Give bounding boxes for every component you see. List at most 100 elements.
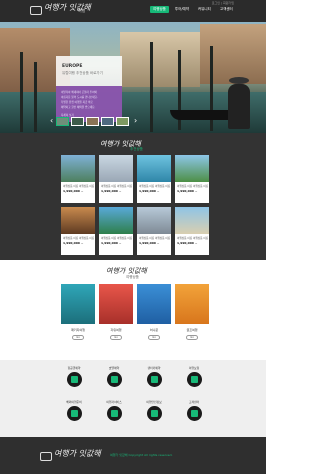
service-label: 여행안전정보 (146, 400, 162, 404)
footer-logo[interactable]: 여행가 잇값해 (40, 449, 108, 465)
services-section: 항공권예약 호텔예약 렌터카예약 여행보험 해외여행준비 여행자서비스 여행안전… (0, 360, 266, 437)
service-item[interactable]: 렌터카예약 (138, 366, 170, 387)
next-arrow-icon[interactable]: › (134, 116, 140, 125)
product-card[interactable]: 여행상품 이름 여행상품 이름 1,990,000 ~ (99, 207, 133, 255)
building (120, 32, 200, 87)
section-title: 여행가 잇값해 여행상품 (106, 266, 166, 282)
service-item[interactable]: 여행자서비스 (98, 400, 130, 421)
util-links[interactable]: 로그인 | 회원가입 (212, 1, 234, 5)
product-title: 여행상품 이름 여행상품 이름 (101, 237, 133, 240)
hero-line: 예약하고 할인 혜택을 받으세요. (61, 106, 96, 109)
shield-icon (146, 406, 162, 421)
passport-icon (66, 406, 82, 421)
nav-item-products[interactable]: 여행상품 (150, 6, 169, 13)
product-image (137, 155, 171, 182)
headset-icon (186, 406, 202, 421)
service-item[interactable]: 해외여행준비 (58, 400, 90, 421)
product-category-image[interactable] (61, 284, 95, 324)
product-image (99, 155, 133, 182)
product-price: 1,990,000 ~ (101, 241, 122, 245)
nav-item-support[interactable]: 고객센터 (217, 6, 236, 13)
product-price: 1,990,000 ~ (177, 241, 198, 245)
hero-subtitle[interactable]: 유럽여행 추천상품 바로가기 (62, 71, 103, 76)
gondolier-hat (229, 77, 249, 84)
nav-item-tours[interactable]: 투어/예약 (172, 6, 192, 13)
product-image (61, 207, 95, 234)
product-price: 1,990,000 ~ (139, 189, 160, 193)
product-title: 여행상품 이름 여행상품 이름 (139, 237, 171, 240)
product-image (61, 155, 95, 182)
product-category-label: 자유여행 (110, 328, 122, 332)
service-item[interactable]: 여행보험 (178, 366, 210, 387)
service-item[interactable]: 여행안전정보 (138, 400, 170, 421)
product-price: 1,990,000 ~ (63, 241, 84, 245)
main-nav: 여행상품 투어/예약 커뮤니티 고객센터 (150, 6, 236, 13)
product-category-image[interactable] (175, 284, 209, 324)
go-button[interactable]: Go (110, 335, 122, 340)
hero-thumbnail[interactable] (86, 117, 99, 126)
hero-title: EUROPE (62, 64, 83, 69)
gondolier (228, 84, 250, 129)
product-image (137, 207, 171, 234)
product-price: 1,990,000 ~ (63, 189, 84, 193)
logo-text: 여행가 잇값해 (54, 449, 101, 458)
product-card[interactable]: 여행상품 이름 여행상품 이름 1,990,000 ~ (99, 155, 133, 203)
product-card[interactable]: 여행상품 이름 여행상품 이름 1,990,000 ~ (137, 155, 171, 203)
nav-item-community[interactable]: 커뮤니티 (195, 6, 214, 13)
product-category-label: 허니문 (149, 328, 159, 332)
hero-thumbnail[interactable] (101, 117, 114, 126)
hotel-icon (106, 372, 122, 387)
product-image (175, 155, 209, 182)
logo-tag: 여행 (78, 8, 86, 13)
products-section: 여행가 잇값해 여행상품 패키지여행 자유여행 허니문 골프여행 Go Go G… (0, 260, 266, 360)
product-card[interactable]: 여행상품 이름 여행상품 이름 1,990,000 ~ (61, 207, 95, 255)
service-label: 고객센터 (188, 400, 200, 404)
mooring-pole (20, 52, 23, 132)
service-item[interactable]: 호텔예약 (98, 366, 130, 387)
luggage-icon (30, 6, 42, 15)
service-label: 해외여행준비 (66, 400, 82, 404)
service-item[interactable]: 고객센터 (178, 400, 210, 421)
product-title: 여행상품 이름 여행상품 이름 (101, 185, 133, 188)
site-logo[interactable]: 여행가 잇값해 여행 (30, 3, 98, 19)
hero-line: 이탈리아 베네치아 곤돌라 투어와 (61, 91, 97, 94)
service-item[interactable]: 항공권예약 (58, 366, 90, 387)
go-button[interactable]: Go (148, 335, 160, 340)
product-category-label: 패키지여행 (71, 328, 85, 332)
service-label: 호텔예약 (108, 366, 120, 370)
mooring-pole (150, 42, 153, 132)
hero-line: 특별한 유럽 여행을 지금 바로 (61, 101, 93, 104)
product-card[interactable]: 여행상품 이름 여행상품 이름 1,990,000 ~ (175, 207, 209, 255)
mooring-pole (34, 62, 37, 132)
go-button[interactable]: Go (186, 335, 198, 340)
product-price: 1,990,000 ~ (139, 241, 160, 245)
service-label: 여행자서비스 (106, 400, 122, 404)
section-subtitle: 추천상품 (130, 147, 143, 151)
footer-text: 여행가 잇값해 Copyright All rights reserved. (110, 453, 173, 457)
recommended-section: 여행가 잇값해 추천상품 여행상품 이름 여행상품 이름 1,990,000 ~… (0, 133, 266, 260)
service-label: 여행보험 (188, 366, 200, 370)
product-category-image[interactable] (99, 284, 133, 324)
product-card[interactable]: 여행상품 이름 여행상품 이름 1,990,000 ~ (175, 155, 209, 203)
product-title: 여행상품 이름 여행상품 이름 (139, 185, 171, 188)
camera-icon (186, 372, 202, 387)
product-category-label: 골프여행 (186, 328, 198, 332)
luggage-icon (106, 406, 122, 421)
hero-thumbnail[interactable] (116, 117, 129, 126)
product-category-image[interactable] (137, 284, 171, 324)
product-title: 여행상품 이름 여행상품 이름 (177, 237, 209, 240)
hero-thumbnail[interactable] (56, 117, 69, 126)
product-card[interactable]: 여행상품 이름 여행상품 이름 1,990,000 ~ (61, 155, 95, 203)
product-card[interactable]: 여행상품 이름 여행상품 이름 1,990,000 ~ (137, 207, 171, 255)
product-title: 여행상품 이름 여행상품 이름 (177, 185, 209, 188)
hero-thumbnail[interactable] (71, 117, 84, 126)
header: 여행가 잇값해 여행 로그인 | 회원가입 여행상품 투어/예약 커뮤니티 고객… (0, 0, 266, 22)
product-grid: 여행상품 이름 여행상품 이름 1,990,000 ~ 여행상품 이름 여행상품… (61, 155, 211, 255)
car-icon (146, 372, 162, 387)
luggage-icon (40, 452, 52, 461)
section-title: 여행가 잇값해 추천상품 (100, 139, 166, 153)
product-image (99, 207, 133, 234)
hero-banner: EUROPE 유럽여행 추천상품 바로가기 이탈리아 베네치아 곤돌라 투어와 … (0, 22, 266, 133)
service-label: 항공권예약 (67, 366, 81, 370)
go-button[interactable]: Go (72, 335, 84, 340)
